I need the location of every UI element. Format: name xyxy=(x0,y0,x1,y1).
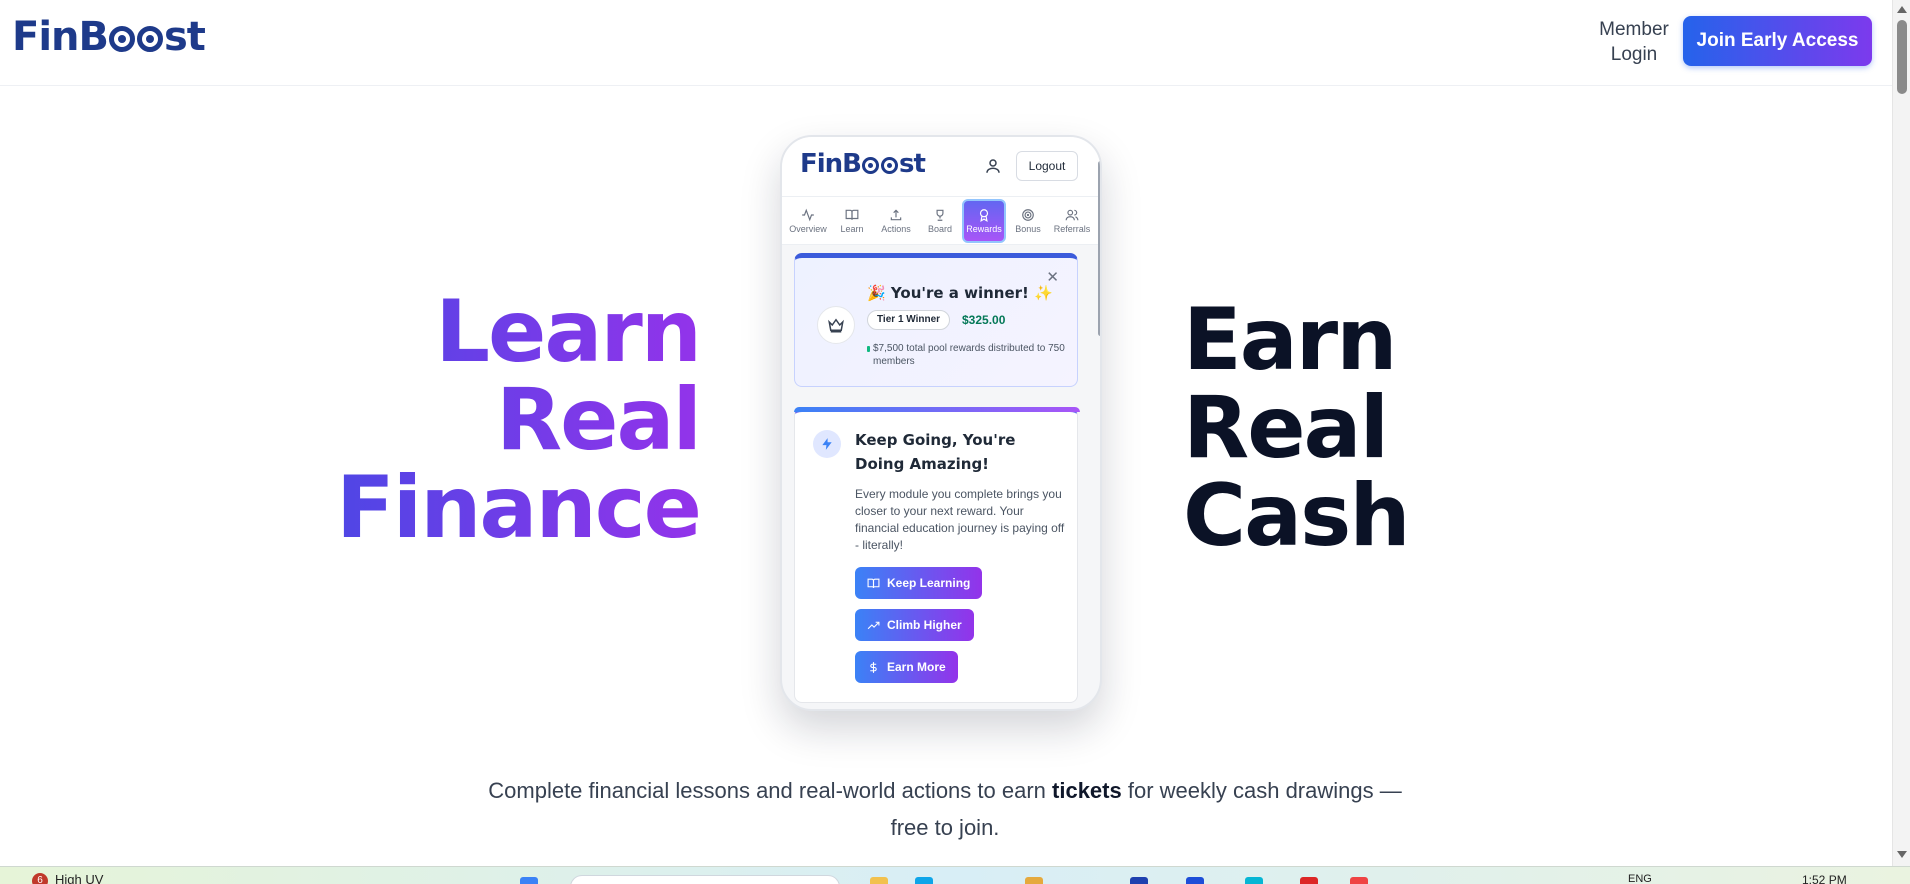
tab-label: Rewards xyxy=(966,224,1002,234)
book-icon xyxy=(845,209,859,220)
tab-label: Learn xyxy=(840,224,864,234)
phone-tab-bar: Overview Learn Actions Board Rewards Bon… xyxy=(782,197,1100,245)
scroll-thumb[interactable] xyxy=(1897,20,1907,94)
phone-header: FinB st Logout xyxy=(782,137,1100,197)
tab-label: Actions xyxy=(881,224,911,234)
book-icon xyxy=(867,578,880,588)
phone-mockup: FinB st Logout Overview Learn Actions Bo… xyxy=(780,135,1102,711)
join-early-access-button[interactable]: Join Early Access xyxy=(1683,16,1872,66)
tab-bonus[interactable]: Bonus xyxy=(1006,199,1050,243)
logo-coin-icon xyxy=(881,157,898,174)
trending-up-icon xyxy=(867,621,880,629)
upload-icon xyxy=(890,209,902,221)
hero-left-line: Finance xyxy=(335,458,702,558)
trophy-icon xyxy=(936,209,944,221)
hero-right-line: Earn xyxy=(1183,290,1397,390)
clock[interactable]: 1:52 PM xyxy=(1802,873,1847,884)
windows-start-icon[interactable] xyxy=(520,877,538,884)
crown-icon xyxy=(817,306,855,344)
motivation-body: Every module you complete brings you clo… xyxy=(855,487,1065,552)
button-label: Climb Higher xyxy=(887,618,962,632)
motivation-title: Keep Going, You're Doing Amazing! xyxy=(855,431,1016,473)
phone-scrollbar[interactable] xyxy=(1098,161,1100,336)
hero-right-line: Cash xyxy=(1183,466,1411,566)
member-login-link[interactable]: Member Login xyxy=(1584,17,1684,67)
scroll-up-arrow-icon[interactable] xyxy=(1897,6,1907,13)
logo-coin-icon xyxy=(862,157,879,174)
tab-label: Referrals xyxy=(1053,224,1091,234)
logout-button[interactable]: Logout xyxy=(1016,151,1078,181)
member-login-line1: Member xyxy=(1599,19,1669,40)
phone-logo-prefix: FinB xyxy=(800,149,862,179)
hero-left-line: Learn xyxy=(336,288,702,376)
tab-referrals[interactable]: Referrals xyxy=(1050,199,1094,243)
hero-subtext: Complete financial lessons and real-worl… xyxy=(480,772,1410,846)
winner-card: ✕ 🎉 You're a winner! ✨ Tier 1 Winner $32… xyxy=(794,253,1078,387)
scroll-down-arrow-icon[interactable] xyxy=(1897,851,1907,858)
weather-widget[interactable]: High UV xyxy=(55,872,103,884)
phone-finboost-logo: FinB st xyxy=(800,149,926,179)
taskbar-app-icon[interactable] xyxy=(1245,877,1263,884)
weather-badge[interactable]: 6 xyxy=(32,873,48,884)
logo-coin-icon xyxy=(137,26,163,52)
subtext-before: Complete financial lessons and real-worl… xyxy=(488,778,1053,803)
tab-label: Board xyxy=(927,224,953,234)
pool-description: $7,500 total pool rewards distributed to… xyxy=(873,343,1065,367)
subtext-tickets: tickets xyxy=(1052,778,1122,803)
dollar-icon xyxy=(870,661,877,673)
climb-higher-button[interactable]: Climb Higher xyxy=(855,609,974,641)
os-taskbar: 6 High UV ENG 1:52 PM xyxy=(0,866,1910,884)
member-login-line2: Login xyxy=(1610,44,1658,65)
tier-badge: Tier 1 Winner xyxy=(867,310,951,330)
button-label: Keep Learning xyxy=(887,576,971,590)
lightning-icon xyxy=(813,430,841,458)
chrome-icon[interactable] xyxy=(1350,877,1368,884)
hero-headline-learn: Learn Real Finance xyxy=(335,288,702,558)
taskbar-search-box[interactable] xyxy=(570,875,840,884)
button-label: Earn More xyxy=(887,660,946,674)
top-navbar: FinB st Member Login Join Early Access xyxy=(0,0,1892,86)
pool-indicator xyxy=(867,346,870,352)
finboost-logo[interactable]: FinB st xyxy=(12,14,206,60)
users-icon xyxy=(1065,209,1079,221)
page-scrollbar[interactable] xyxy=(1892,0,1910,866)
outlook-icon[interactable] xyxy=(1130,877,1148,884)
language-indicator[interactable]: ENG xyxy=(1628,873,1652,884)
tab-label: Overview xyxy=(789,224,827,234)
earn-more-button[interactable]: Earn More xyxy=(855,651,958,683)
target-icon xyxy=(1022,209,1034,221)
tab-board[interactable]: Board xyxy=(918,199,962,243)
gmail-icon[interactable] xyxy=(1300,877,1318,884)
word-icon[interactable] xyxy=(1186,877,1204,884)
tab-rewards[interactable]: Rewards xyxy=(962,199,1006,243)
edge-browser-icon[interactable] xyxy=(915,877,933,884)
tab-actions[interactable]: Actions xyxy=(874,199,918,243)
activity-icon xyxy=(802,208,814,222)
hero-left-line: Real xyxy=(336,376,702,464)
motivation-card: Keep Going, You're Doing Amazing! Every … xyxy=(794,407,1080,703)
tab-overview[interactable]: Overview xyxy=(786,199,830,243)
hero-headline-earn: Earn Real Cash xyxy=(1183,290,1411,566)
tab-learn[interactable]: Learn xyxy=(830,199,874,243)
reward-amount: $325.00 xyxy=(962,313,1006,327)
hero-right-line: Real xyxy=(1183,378,1389,478)
phone-logo-suffix: st xyxy=(899,149,926,179)
user-icon[interactable] xyxy=(984,157,1002,175)
tab-label: Bonus xyxy=(1015,224,1041,234)
keep-learning-button[interactable]: Keep Learning xyxy=(855,567,983,599)
award-icon xyxy=(979,209,989,222)
logo-text-suffix: st xyxy=(164,14,206,60)
file-explorer-icon[interactable] xyxy=(870,877,888,884)
logo-text-prefix: FinB xyxy=(12,14,109,60)
taskbar-app-icon[interactable] xyxy=(1025,877,1043,884)
winner-title: 🎉 You're a winner! ✨ xyxy=(867,284,1053,302)
logo-coin-icon xyxy=(109,26,135,52)
